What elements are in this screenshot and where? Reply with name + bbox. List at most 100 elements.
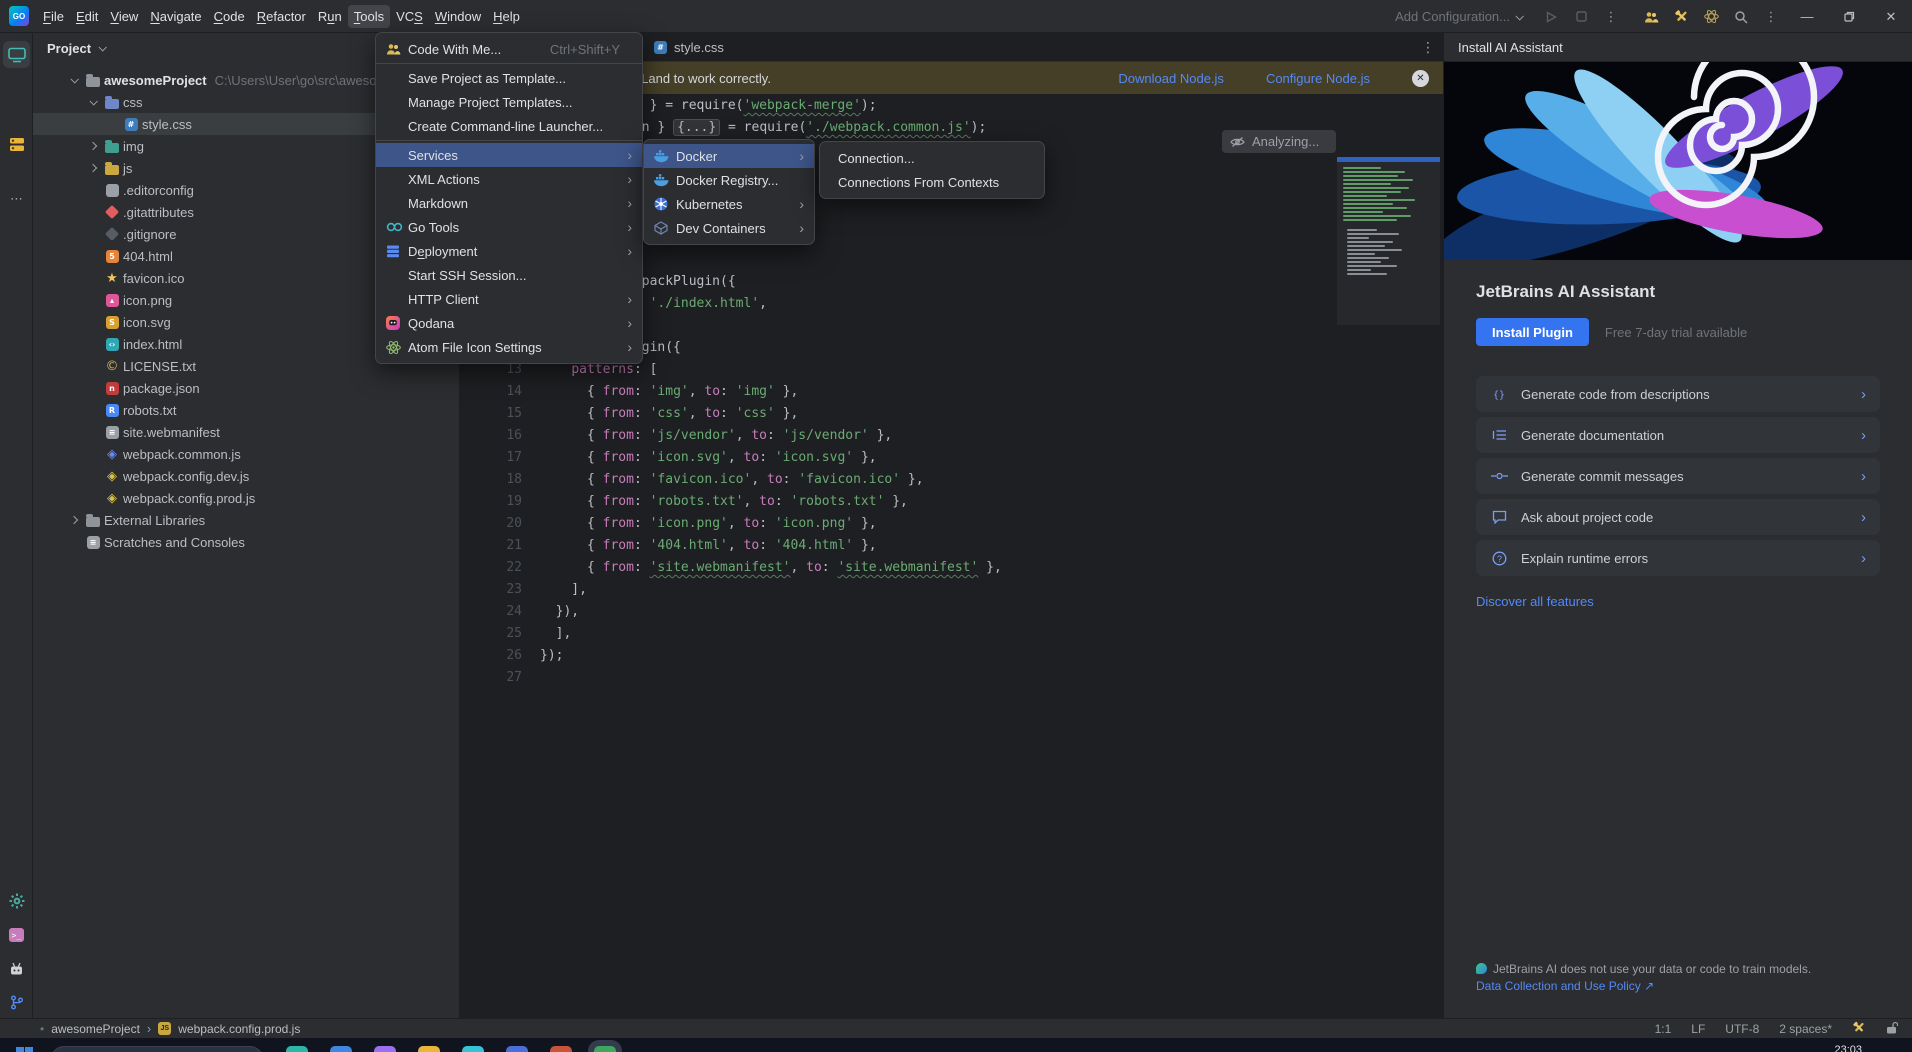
main-kebab-icon[interactable]: ⋮ — [1756, 5, 1786, 29]
atom-icon — [386, 340, 408, 355]
tree-item-webpack-config-prod-js[interactable]: ◈ webpack.config.prod.js — [33, 487, 459, 509]
windows-start-icon[interactable] — [16, 1047, 33, 1052]
discover-all-features-link[interactable]: Discover all features — [1476, 594, 1880, 609]
menu-item-qodana[interactable]: Qodana › — [376, 311, 642, 335]
close-button[interactable]: ✕ — [1870, 1, 1912, 33]
taskbar-app-icon-6[interactable] — [550, 1046, 572, 1052]
menu-item-docker-registry[interactable]: Docker Registry... — [644, 168, 814, 192]
lock-icon[interactable] — [1886, 1021, 1899, 1037]
menu-item-atom-file-icon-settings[interactable]: Atom File Icon Settings › — [376, 335, 642, 359]
menu-item-start-ssh-session[interactable]: Start SSH Session... — [376, 263, 642, 287]
taskbar-app-icon-2[interactable] — [374, 1046, 396, 1052]
build-tools-icon[interactable] — [1666, 5, 1696, 29]
file-type-icon — [102, 139, 122, 153]
minimap-line — [1343, 203, 1393, 205]
run-configuration-select[interactable]: Add Configuration... — [1395, 9, 1524, 24]
menubar-item-refactor[interactable]: Refactor — [251, 5, 312, 28]
tree-item-webpack-common-js[interactable]: ◈ webpack.common.js — [33, 443, 459, 465]
configure-nodejs-link[interactable]: Configure Node.js — [1266, 71, 1370, 86]
encoding-widget[interactable]: UTF-8 — [1725, 1022, 1759, 1036]
git-branch-icon[interactable] — [3, 989, 30, 1016]
feature-card-generate-documentation[interactable]: Generate documentation › — [1476, 417, 1880, 453]
assistant-bot-icon[interactable] — [3, 955, 30, 982]
menubar-item-navigate[interactable]: Navigate — [144, 5, 207, 28]
tree-item-external-libraries[interactable]: External Libraries — [33, 509, 459, 531]
feature-card-generate-code-from-descriptions[interactable]: {} Generate code from descriptions › — [1476, 376, 1880, 412]
menu-item-connections-from-contexts[interactable]: Connections From Contexts — [820, 170, 1044, 194]
restore-button[interactable] — [1828, 1, 1870, 33]
atom-plugin-icon[interactable] — [1696, 5, 1726, 29]
code-line: { from: 'robots.txt', to: 'robots.txt' }… — [540, 494, 908, 509]
tree-item-webpack-config-dev-js[interactable]: ◈ webpack.config.dev.js — [33, 465, 459, 487]
menubar-item-vcs[interactable]: VCS — [390, 5, 429, 28]
install-plugin-button[interactable]: Install Plugin — [1476, 318, 1589, 346]
tab-style-css[interactable]: # style.css — [644, 33, 734, 61]
terminal-tool-window-icon[interactable]: >_ — [3, 921, 30, 948]
run-button[interactable] — [1536, 5, 1566, 29]
tree-item-robots-txt[interactable]: Rrobots.txt — [33, 399, 459, 421]
project-tool-window-icon[interactable] — [3, 41, 30, 68]
menubar-item-edit[interactable]: Edit — [70, 5, 104, 28]
feature-card-explain-runtime-errors[interactable]: ? Explain runtime errors › — [1476, 540, 1880, 576]
menubar-item-tools[interactable]: Tools — [347, 4, 391, 28]
stop-button[interactable] — [1566, 5, 1596, 29]
menu-item-deployment[interactable]: Deployment › — [376, 239, 642, 263]
menu-item-code-with-me[interactable]: Code With Me... Ctrl+Shift+Y — [376, 37, 642, 61]
menu-item-kubernetes[interactable]: Kubernetes › — [644, 192, 814, 216]
banner-close-icon[interactable]: ✕ — [1412, 69, 1429, 87]
menubar-item-run[interactable]: Run — [312, 5, 348, 28]
editor-minimap[interactable] — [1337, 157, 1440, 325]
menu-item-connection[interactable]: Connection... — [820, 146, 1044, 170]
taskbar-app-icon-5[interactable] — [506, 1046, 528, 1052]
menubar-item-file[interactable]: File — [37, 5, 70, 28]
menu-item-services[interactable]: Services › — [376, 143, 642, 167]
taskbar-search-input[interactable] — [51, 1046, 263, 1052]
jetbrains-ai-leaf-icon — [1476, 963, 1487, 974]
menubar-item-window[interactable]: Window — [429, 5, 487, 28]
minimize-button[interactable]: — — [1786, 1, 1828, 33]
menu-item-go-tools[interactable]: Go Tools › — [376, 215, 642, 239]
build-tools-status-icon[interactable] — [1852, 1021, 1866, 1037]
menubar-item-view[interactable]: View — [104, 5, 144, 28]
taskbar-app-icon-3[interactable] — [418, 1046, 440, 1052]
taskbar-app-icon-0[interactable] — [286, 1046, 308, 1052]
feature-card-ask-about-project-code[interactable]: Ask about project code › — [1476, 499, 1880, 535]
more-actions-kebab-icon[interactable]: ⋮ — [1596, 5, 1626, 29]
taskbar-app-icon-4[interactable] — [462, 1046, 484, 1052]
more-tool-windows-icon[interactable]: ⋯ — [3, 185, 30, 212]
data-policy-link[interactable]: Data Collection and Use Policy — [1476, 979, 1641, 993]
menu-item-manage-project-templates[interactable]: Manage Project Templates... — [376, 90, 642, 114]
tree-item-scratches-and-consoles[interactable]: ≡ Scratches and Consoles — [33, 531, 459, 553]
menu-item-create-command-line-launcher[interactable]: Create Command-line Launcher... — [376, 114, 642, 138]
search-everywhere-icon[interactable] — [1726, 5, 1756, 29]
indent-widget[interactable]: 2 spaces* — [1779, 1022, 1832, 1036]
commit-tool-window-icon[interactable] — [3, 131, 30, 158]
menu-item-xml-actions[interactable]: XML Actions › — [376, 167, 642, 191]
breadcrumb-file[interactable]: webpack.config.prod.js — [178, 1022, 300, 1036]
chevron-right-icon: › — [1861, 508, 1866, 526]
taskbar-clock[interactable]: 23:03 — [1834, 1044, 1862, 1052]
tree-item-package-json[interactable]: n package.json — [33, 377, 459, 399]
tab-options-kebab-icon[interactable]: ⋮ — [1421, 39, 1435, 56]
menu-item-dev-containers[interactable]: Dev Containers › — [644, 216, 814, 240]
feature-card-generate-commit-messages[interactable]: Generate commit messages › — [1476, 458, 1880, 494]
code-line: ], — [540, 582, 587, 597]
menubar-item-help[interactable]: Help — [487, 5, 526, 28]
line-ending-widget[interactable]: LF — [1691, 1022, 1705, 1036]
menu-item-docker[interactable]: Docker › — [644, 144, 814, 168]
caret-position-widget[interactable]: 1:1 — [1655, 1022, 1672, 1036]
taskbar-app-icon-7[interactable] — [594, 1046, 616, 1052]
chevron-right-icon: › — [1861, 426, 1866, 444]
inspections-widget[interactable]: Analyzing... — [1222, 130, 1336, 153]
tree-item-site-webmanifest[interactable]: ≡ site.webmanifest — [33, 421, 459, 443]
settings-gear-icon[interactable] — [3, 887, 30, 914]
menu-item-save-project-as-template[interactable]: Save Project as Template... — [376, 66, 642, 90]
breadcrumb-project[interactable]: awesomeProject — [51, 1022, 140, 1036]
menubar-item-code[interactable]: Code — [208, 5, 251, 28]
menu-item-http-client[interactable]: HTTP Client › — [376, 287, 642, 311]
code-with-me-users-icon[interactable] — [1636, 5, 1666, 29]
download-nodejs-link[interactable]: Download Node.js — [1118, 71, 1224, 86]
menu-item-markdown[interactable]: Markdown › — [376, 191, 642, 215]
ai-disclaimer: JetBrains AI does not use your data or c… — [1476, 962, 1812, 993]
taskbar-app-icon-1[interactable] — [330, 1046, 352, 1052]
